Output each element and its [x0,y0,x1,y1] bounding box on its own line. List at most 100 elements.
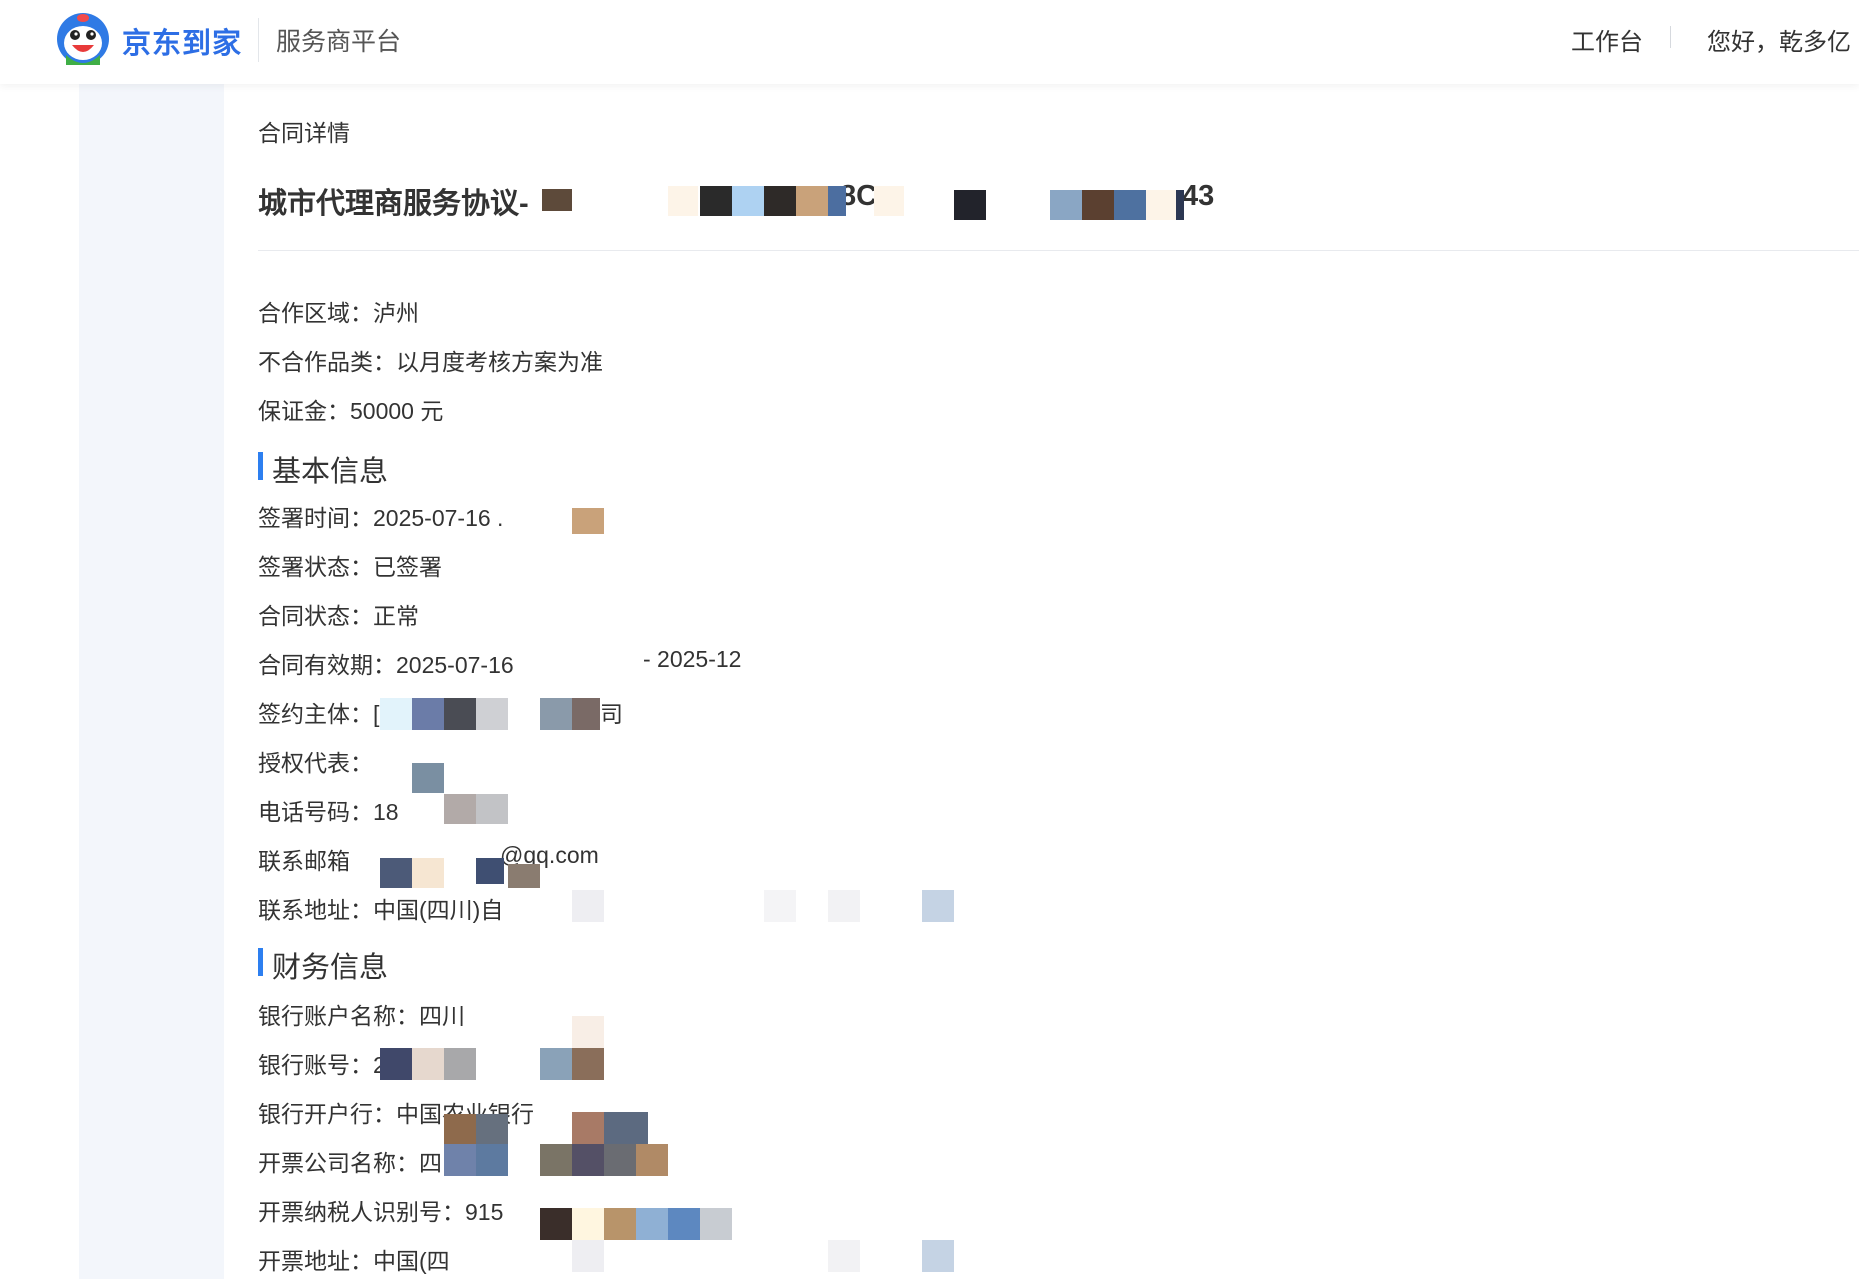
redaction-mask [540,1144,572,1176]
section-title-finance: 财务信息 [258,944,388,986]
redaction-mask [636,1208,668,1240]
redaction-mask [764,186,796,216]
field-label: 开票地址： [258,1248,373,1274]
field-deposit: 保证金：50000 元 [258,392,443,426]
redaction-mask [828,890,860,922]
redaction-mask [572,1144,604,1176]
contract-title: 城市代理商服务协议- [258,180,529,222]
field-label: 联系邮箱 [258,848,350,874]
redaction-mask [1114,190,1146,220]
redaction-mask [540,698,572,730]
platform-name: 服务商平台 [276,28,402,56]
redaction-mask [572,1016,604,1048]
redaction-mask [412,858,444,888]
brand-name[interactable]: 京东到家 [122,20,242,62]
field-label: 电话号码： [258,799,373,825]
redaction-mask [476,1144,508,1176]
field-value: 四川 [419,1003,465,1029]
contract-title-text: 城市代理商服务协议- [258,188,529,220]
redaction-mask [922,890,954,922]
main-content: 合同详情 城市代理商服务协议- 8C 43 合作区域：泸州 不合作品类：以月度考… [224,84,1859,1279]
redaction-mask [1082,190,1114,220]
field-value: 50000 元 [350,398,444,424]
field-label: 签约主体： [258,701,373,727]
redaction-mask [1050,190,1082,220]
redaction-mask [796,186,828,216]
redaction-mask [542,189,572,211]
field-invoice-company: 开票公司名称：四 [258,1144,442,1178]
field-label: 保证金： [258,398,350,424]
redaction-mask [700,1208,732,1240]
redaction-mask [540,1048,572,1080]
field-label: 银行账号： [258,1052,373,1078]
redaction-mask [1146,190,1178,220]
field-value: 2025-07-16 [396,652,514,678]
redaction-mask [476,794,508,824]
field-value: 已签署 [373,554,442,580]
redaction-mask [380,1048,412,1080]
redaction-mask [444,1144,476,1176]
field-value: 四 [419,1150,442,1176]
field-label: 合同状态： [258,603,373,629]
field-label: 银行开户行： [258,1101,396,1127]
left-gutter [0,84,79,1279]
field-label: 联系地址： [258,897,373,923]
field-contract-status: 合同状态：正常 [258,597,419,631]
redaction-mask [1176,190,1184,220]
breadcrumb: 合同详情 [258,120,350,146]
field-party: 签约主体：[ [258,695,379,729]
field-region: 合作区域：泸州 [258,294,419,328]
redaction-mask [668,1208,700,1240]
redaction-mask [412,763,444,793]
brand-divider [258,18,259,62]
redaction-mask [572,698,600,730]
field-phone: 电话号码：18 [258,793,399,827]
jd-daojia-logo-icon[interactable] [52,11,114,67]
redaction-mask [732,186,764,216]
field-value: 泸州 [373,300,419,326]
redaction-mask [476,858,504,884]
field-value: 2025-07-16 . [373,505,504,531]
redaction-mask [508,864,540,888]
field-account-name: 银行账户名称：四川 [258,997,465,1031]
field-party-end: 司 [600,701,623,727]
field-label: 签署状态： [258,554,373,580]
field-value: 中国(四 [373,1248,450,1274]
field-value: 915 [465,1199,504,1225]
redaction-mask [572,1112,604,1144]
redaction-mask [828,186,846,216]
redaction-mask [412,1048,444,1080]
nav-workbench-link[interactable]: 工作台 [1571,22,1643,57]
field-validity: 合同有效期：2025-07-16 [258,646,514,680]
field-label: 开票公司名称： [258,1150,419,1176]
field-label: 开票纳税人识别号： [258,1199,465,1225]
field-value: 中国(四川)自 [373,897,504,923]
redaction-mask [700,186,732,216]
redaction-mask [572,1208,604,1240]
redaction-mask [540,1208,572,1240]
field-value: 正常 [373,603,419,629]
redaction-mask [572,890,604,922]
title-divider [258,250,1859,251]
redaction-mask [922,1240,954,1272]
field-sign-time: 签署时间：2025-07-16 . [258,499,503,533]
field-label: 银行账户名称： [258,1003,419,1029]
redaction-mask [604,1208,636,1240]
sidebar [79,84,224,1279]
redaction-mask [444,1048,476,1080]
redaction-mask [444,794,476,824]
redaction-mask [572,508,604,534]
redaction-mask [444,698,476,730]
redaction-mask [828,1240,860,1272]
field-email: 联系邮箱 [258,842,350,876]
field-value: 以月度考核方案为准 [396,349,603,375]
user-greeting[interactable]: 您好，乾多亿 [1707,22,1851,57]
field-sign-status: 签署状态：已签署 [258,548,442,582]
field-address: 联系地址：中国(四川)自 [258,891,503,925]
redaction-mask [476,698,508,730]
redaction-mask [668,186,698,216]
field-label: 合作区域： [258,300,373,326]
field-invoice-address: 开票地址：中国(四 [258,1242,450,1276]
field-account-number: 银行账号：2 [258,1046,386,1080]
field-label: 不合作品类： [258,349,396,375]
